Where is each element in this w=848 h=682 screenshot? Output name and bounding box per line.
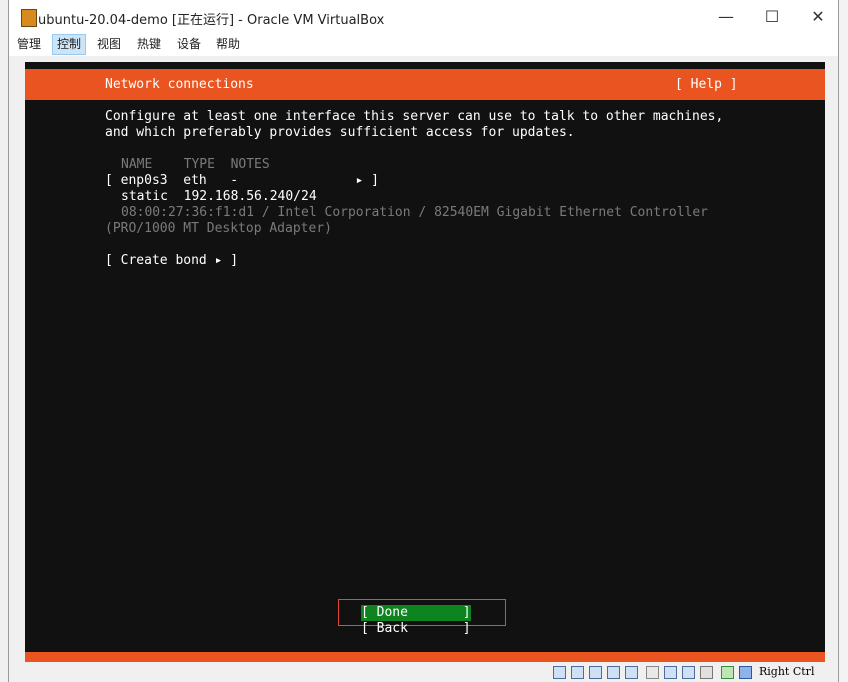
window-title: ubuntu-20.04-demo [正在运行] - Oracle VM Vir… [38,13,385,28]
vm-display[interactable]: Network connections [ Help ] Configure a… [25,62,825,662]
video-capture-icon[interactable] [682,666,695,679]
virtualbox-app-icon [21,9,37,27]
help-button[interactable]: [ Help ] [675,77,738,93]
usb-icon[interactable] [625,666,638,679]
intro-text-line-2: and which preferably provides sufficient… [105,125,575,140]
back-button[interactable]: [ Back ] [361,621,471,637]
close-button[interactable]: ✕ [795,0,841,34]
keyboard-icon[interactable] [739,666,752,679]
installer-footer-bar [25,652,825,662]
virtualbox-window: ubuntu-20.04-demo [正在运行] - Oracle VM Vir… [8,0,839,682]
network-icon[interactable] [607,666,620,679]
shared-folders-icon[interactable] [646,666,659,679]
optical-drive-icon[interactable] [571,666,584,679]
done-button[interactable]: [ Done ] [361,605,471,621]
create-bond-button[interactable]: [ Create bond ▸ ] [105,253,238,269]
menu-bar: 管理 控制 视图 热键 设备 帮助 [9,34,838,56]
menu-manage[interactable]: 管理 [13,34,45,55]
hard-disk-icon[interactable] [553,666,566,679]
maximize-button[interactable]: ☐ [749,0,795,34]
audio-icon[interactable] [589,666,602,679]
menu-control[interactable]: 控制 [52,34,87,55]
host-key-label: Right Ctrl [759,665,815,678]
menu-help[interactable]: 帮助 [212,34,244,55]
installer-title: Network connections [105,77,254,92]
interface-hardware-line-1: 08:00:27:36:f1:d1 / Intel Corporation / … [121,205,708,220]
minimize-button[interactable]: — [703,0,749,34]
menu-devices[interactable]: 设备 [173,34,205,55]
title-bar[interactable]: ubuntu-20.04-demo [正在运行] - Oracle VM Vir… [9,0,838,34]
mouse-integration-icon[interactable] [721,666,734,679]
cpu-icon[interactable] [700,666,713,679]
interface-hardware-line-2: (PRO/1000 MT Desktop Adapter) [105,221,332,236]
interface-row-enp0s3[interactable]: [ enp0s3 eth - ▸ ] [105,173,379,189]
intro-text-line-1: Configure at least one interface this se… [105,109,724,124]
interface-table-header: NAME TYPE NOTES [121,157,270,172]
menu-hotkeys[interactable]: 热键 [133,34,165,55]
menu-view[interactable]: 视图 [93,34,125,55]
interface-address: static 192.168.56.240/24 [121,189,317,204]
display-icon[interactable] [664,666,677,679]
status-bar: Right Ctrl [9,662,838,682]
